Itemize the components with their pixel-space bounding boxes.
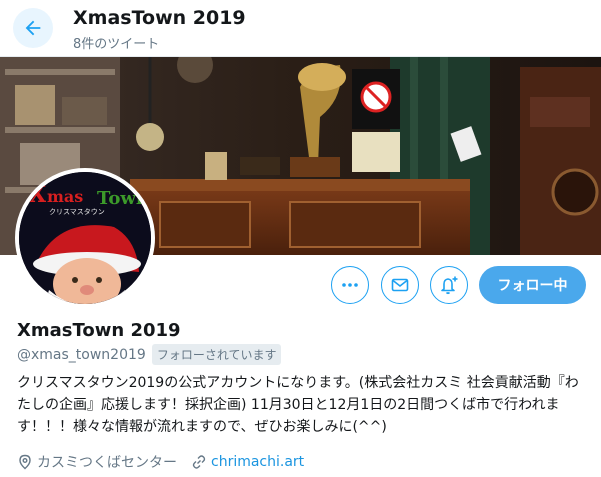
back-button[interactable] [13, 8, 53, 48]
website-item[interactable]: chrimachi.art [191, 454, 304, 470]
notify-button[interactable] [430, 266, 468, 304]
profile-name: XmasTown 2019 [17, 320, 181, 341]
follows-you-badge: フォローされています [151, 344, 282, 365]
tweet-count: 8件のツイート [73, 37, 160, 52]
svg-text:mas: mas [47, 187, 83, 206]
santa-avatar-image: X mas Town クリスマスタウン [19, 172, 151, 304]
link-icon [192, 455, 206, 469]
envelope-icon [391, 278, 409, 292]
location-text: カスミつくばセンター [37, 455, 177, 471]
svg-text:クリスマスタウン: クリスマスタウン [49, 207, 105, 216]
profile-avatar[interactable]: X mas Town クリスマスタウン [15, 168, 155, 308]
arrow-left-icon [25, 20, 41, 36]
location-item: カスミつくばセンター [17, 452, 177, 472]
more-horizontal-icon [342, 283, 358, 287]
more-options-button[interactable] [331, 266, 369, 304]
website-link[interactable]: chrimachi.art [211, 454, 304, 470]
message-button[interactable] [381, 266, 419, 304]
bell-plus-icon [441, 276, 458, 295]
location-pin-icon [19, 454, 31, 470]
handle-row: @xmas_town2019 フォローされています [17, 344, 282, 365]
profile-header: XmasTown 2019 8件のツイート [0, 0, 601, 57]
profile-bio: クリスマスタウン2019の公式アカウントになります。(株式会社カスミ 社会貢献活… [17, 375, 579, 435]
profile-handle: @xmas_town2019 [17, 346, 146, 363]
profile-meta: カスミつくばセンター chrimachi.art [17, 452, 318, 472]
header-title: XmasTown 2019 [73, 7, 246, 29]
following-button[interactable]: フォロー中 [479, 266, 586, 304]
